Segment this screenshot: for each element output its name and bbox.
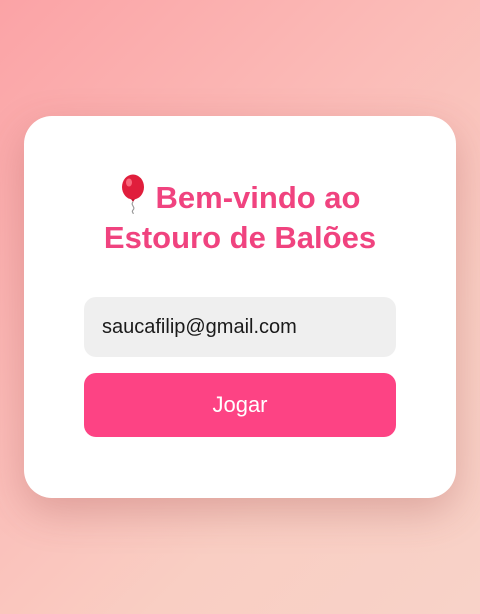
title-line-1: Bem-vindo ao (24, 174, 456, 218)
email-field[interactable] (84, 297, 396, 357)
welcome-card: Bem-vindo ao Estouro de Balões Jogar (24, 116, 456, 498)
page-background: { "welcome": { "icon": "balloon-icon", "… (0, 0, 480, 614)
page-title: Bem-vindo ao Estouro de Balões (24, 174, 456, 258)
play-button[interactable]: Jogar (84, 373, 396, 437)
balloon-icon (120, 174, 146, 214)
title-text-1: Bem-vindo ao (155, 180, 361, 215)
title-line-2: Estouro de Balões (103, 220, 377, 255)
